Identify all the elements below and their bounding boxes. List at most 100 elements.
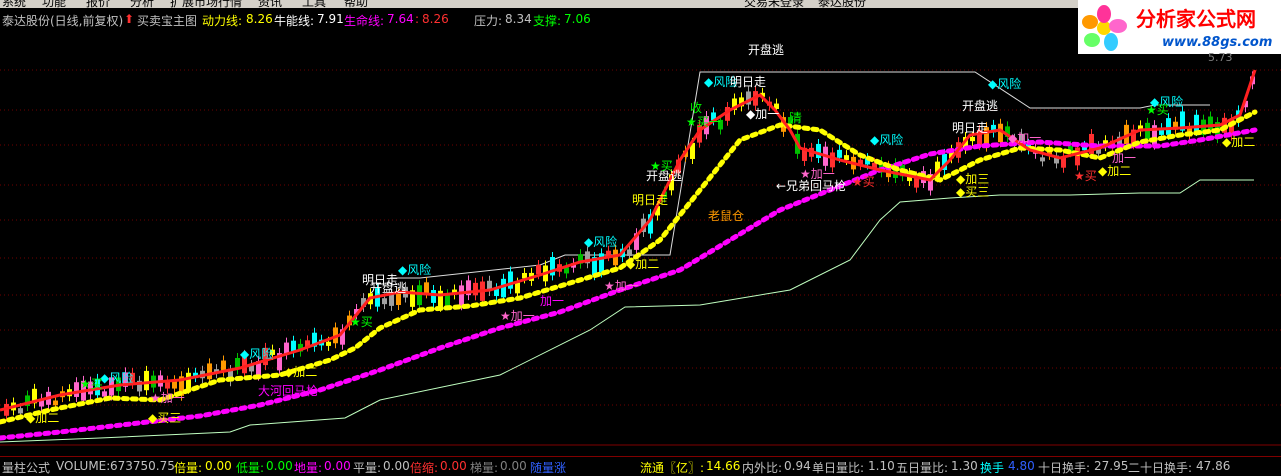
menu-function[interactable]: 功能: [42, 0, 66, 8]
candle: [473, 282, 478, 296]
top-price-label: 5.73: [1208, 51, 1233, 64]
inout-ratio-label: 内外比:: [742, 461, 783, 475]
candle: [1040, 157, 1045, 162]
signal-annotation: ◆加二: [284, 365, 317, 379]
candle: [816, 143, 821, 159]
signal-annotation: ◆加二: [1098, 164, 1131, 178]
volume-formula-name[interactable]: 量柱公式: [2, 459, 50, 476]
life-line-label: 生命线:: [344, 14, 385, 28]
menu-extended-market[interactable]: 扩展市场行情: [170, 0, 242, 8]
menu-info[interactable]: 资讯: [258, 0, 282, 8]
candle: [515, 282, 520, 294]
signal-annotation: 加一: [540, 294, 564, 308]
ten-day-turnover-value: 27.95: [1094, 459, 1129, 473]
signal-annotation: ★买: [350, 315, 373, 329]
candle: [207, 363, 212, 380]
energy-line-value: 7.91: [317, 12, 344, 26]
menu-system[interactable]: 系统: [2, 0, 26, 8]
flat-volume-label: 平量:: [353, 461, 382, 475]
indicator-name[interactable]: 买卖宝主图: [137, 12, 197, 29]
signal-annotation: ★买: [1146, 103, 1169, 117]
low-volume-value: 0.00: [266, 459, 293, 473]
logo-title: 分析家公式网: [1136, 7, 1256, 31]
five-day-ratio-label: 五日量比:: [896, 461, 949, 475]
candle: [417, 285, 422, 306]
signal-annotation: ◆风险: [584, 234, 617, 249]
candle: [389, 293, 394, 306]
volume-status-bar: 量柱公式 VOLUME: 673750.75 倍量: 0.00 低量: 0.00…: [0, 458, 1281, 476]
candle: [424, 282, 429, 294]
pressure-value: 8.34: [505, 12, 532, 26]
life-line-value-2-separator: :: [415, 12, 420, 26]
candle: [18, 408, 23, 414]
menu-tools[interactable]: 工具: [302, 0, 326, 8]
trade-status[interactable]: 交易未登录: [744, 0, 804, 8]
signal-annotation: ◆买三: [148, 411, 181, 425]
candle: [396, 293, 401, 306]
signal-annotation: 明日走: [952, 121, 988, 135]
candle: [438, 290, 443, 307]
power-line-label: 动力线:: [202, 14, 243, 28]
signal-annotation: ◆加二: [626, 257, 659, 271]
candle: [74, 382, 79, 397]
candlestick-chart[interactable]: ◆加二◆风险★买◆买三★加一◆风险大河回马枪◆加二★买明日走开盘逃◆风险★加一加…: [0, 30, 1281, 448]
candle: [326, 341, 331, 346]
support-value: 7.06: [564, 12, 591, 26]
candle: [501, 278, 506, 298]
flat-volume-value: 0.00: [383, 459, 410, 473]
float-shares-value: 14.66: [706, 459, 741, 473]
signal-annotation: ★加一: [150, 391, 185, 405]
candle: [144, 370, 149, 391]
ground-volume-label: 地量:: [294, 461, 323, 475]
signal-annotation: ★买: [650, 159, 673, 173]
candle: [970, 136, 975, 142]
signal-annotation: ◆加二: [26, 411, 59, 425]
candle: [627, 249, 632, 256]
shrink-volume-label: 倍缩:: [410, 461, 439, 475]
menu-analysis[interactable]: 分析: [130, 0, 154, 8]
turnover-label: 换手: [980, 461, 1005, 475]
signal-annotation: 大河回马枪: [258, 383, 318, 398]
signal-annotation: ◆加一: [1008, 131, 1041, 145]
turnover-value: 4.80: [1008, 459, 1035, 473]
up-arrow-icon: ⬆: [124, 12, 135, 26]
signal-annotation: ◆风险: [988, 76, 1021, 91]
candle: [844, 155, 849, 161]
candle: [1194, 114, 1199, 131]
candle: [431, 290, 436, 303]
float-shares-label: 流通〖亿〗:: [640, 461, 705, 475]
candle: [1208, 116, 1213, 130]
panel-separator: [0, 456, 1281, 457]
candle: [459, 285, 464, 306]
volume-value: 673750.75: [110, 459, 175, 473]
signal-annotation: ◆加一: [746, 107, 779, 121]
pressure-label: 压力:: [474, 14, 503, 28]
menu-quote[interactable]: 报价: [86, 0, 110, 8]
ladder-volume-label: 梯量:: [470, 461, 499, 475]
follow-volume-label: 随量涨: [530, 461, 567, 475]
signal-annotation: 开盘逃: [748, 42, 784, 57]
signal-annotation: 明日走: [632, 193, 668, 207]
signal-annotation: ★买一: [686, 115, 721, 129]
stock-name-menu: 泰达股份: [818, 0, 867, 8]
menu-help[interactable]: 帮助: [344, 0, 368, 8]
signal-annotation: ★买: [80, 377, 103, 391]
signal-annotation: ◆加二: [1222, 135, 1255, 149]
candle: [53, 400, 58, 406]
signal-annotation: ◆风险: [240, 346, 273, 361]
signal-annotation: ◆风险: [100, 370, 133, 385]
candle: [830, 152, 835, 168]
signal-annotation: 开盘逃: [962, 98, 998, 113]
signal-annotation: ★买: [852, 175, 875, 189]
signal-annotation: ◆加三: [956, 172, 989, 186]
candle: [837, 149, 842, 158]
signal-annotation: ◆风险: [398, 262, 431, 277]
signal-annotation: 开盘逃: [370, 280, 406, 295]
single-day-ratio-label: 单日量比:: [812, 461, 865, 475]
signal-annotation: ★加一: [604, 279, 639, 293]
energy-line-label: 牛能线:: [274, 14, 315, 28]
candle: [186, 372, 191, 389]
volume-label: VOLUME:: [56, 459, 111, 473]
ten-day-turnover-label: 十日换手:: [1038, 461, 1091, 475]
signal-annotation: ◆买三: [956, 185, 989, 199]
